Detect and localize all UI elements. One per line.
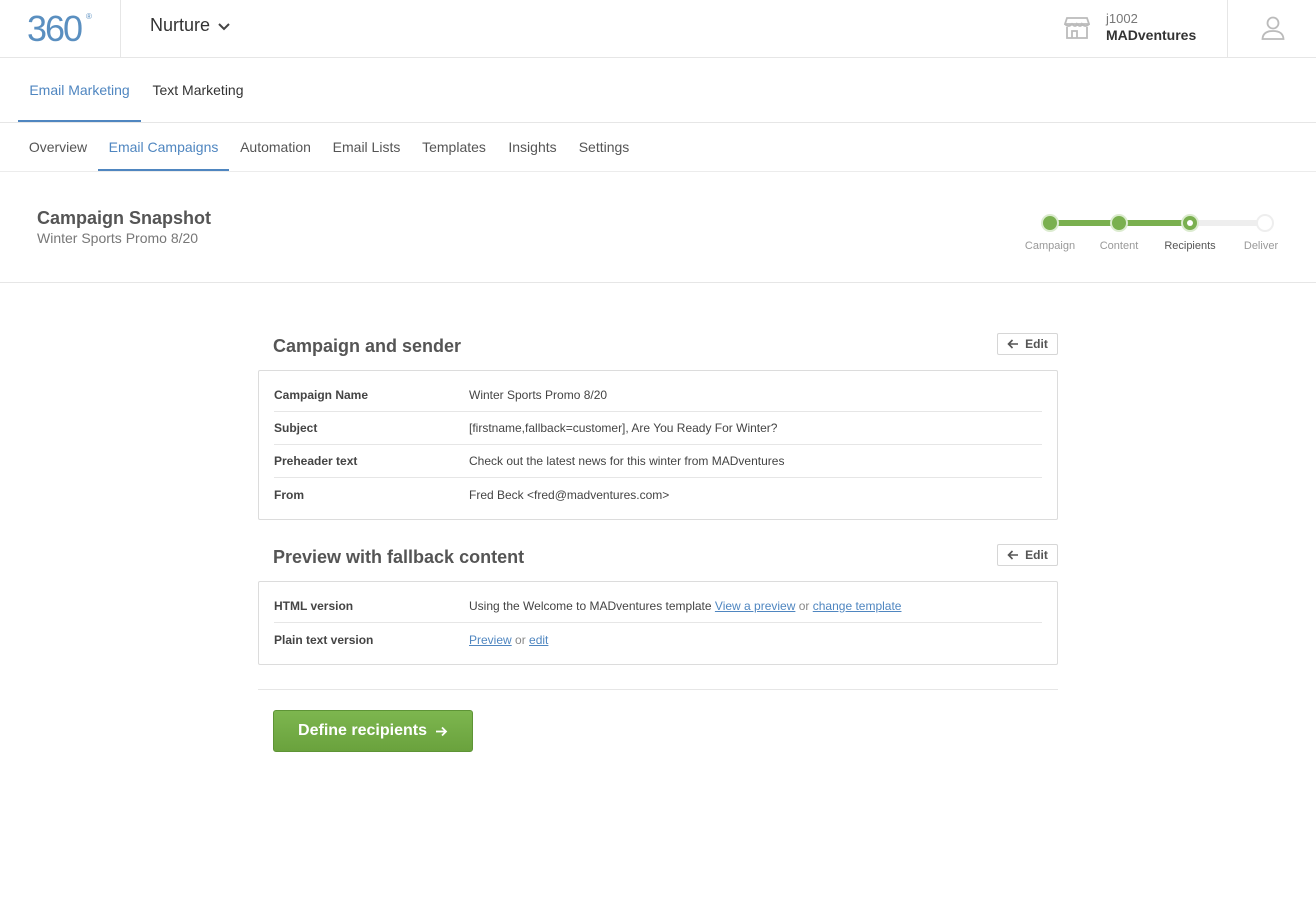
tab-email-marketing[interactable]: Email Marketing [18,58,141,122]
or-text: or [798,599,810,613]
edit-label: Edit [1025,548,1048,562]
row-value: Preview or edit [469,633,548,647]
tab-automation[interactable]: Automation [233,123,318,171]
plain-preview-link[interactable]: Preview [469,633,512,647]
campaign-edit-button[interactable]: Edit [997,333,1058,355]
campaign-snapshot: Campaign Snapshot Winter Sports Promo 8/… [0,172,1316,283]
row-value: Using the Welcome to MADventures templat… [469,599,901,613]
arrow-right-icon [435,726,448,736]
account-name: MADventures [1106,27,1197,43]
edit-label: Edit [1025,337,1048,351]
page-subtitle: Winter Sports Promo 8/20 [37,230,199,246]
table-row: From Fred Beck <fred@madventures.com> [274,478,1042,511]
campaign-details-card: Campaign Name Winter Sports Promo 8/20 S… [258,370,1058,520]
tab-email-lists[interactable]: Email Lists [326,123,407,171]
plain-edit-link[interactable]: edit [529,633,548,647]
tab-templates[interactable]: Templates [415,123,493,171]
secondary-nav: Overview Email Campaigns Automation Emai… [0,123,1316,172]
row-value: Fred Beck <fred@madventures.com> [469,487,670,502]
app-switcher[interactable]: Nurture [150,15,230,36]
view-preview-link[interactable]: View a preview [715,599,795,613]
user-icon[interactable] [1260,15,1286,41]
step-label-deliver: Deliver [1243,240,1279,252]
step-label-content: Content [1099,240,1139,252]
row-value: [firstname,fallback=customer], Are You R… [469,421,778,435]
row-label: From [274,487,304,502]
row-label: Preheader text [274,454,358,468]
step-dot-campaign[interactable] [1041,214,1059,232]
campaign-section-title: Campaign and sender [273,336,462,356]
arrow-left-icon [1007,339,1019,349]
preview-details-card: HTML version Using the Welcome to MADven… [258,581,1058,665]
tab-settings[interactable]: Settings [572,123,636,171]
table-row: HTML version Using the Welcome to MADven… [274,590,1042,623]
row-value: Check out the latest news for this winte… [469,454,785,468]
progress-stepper: Campaign Content Recipients Deliver [1020,212,1300,262]
top-bar: 360 ® Nurture j1002 MADventures [0,0,1316,58]
tab-overview[interactable]: Overview [22,123,94,171]
table-row: Subject [firstname,fallback=customer], A… [274,412,1042,445]
define-recipients-label: Define recipients [298,722,427,739]
row-label: Campaign Name [274,388,369,402]
or-text: or [515,632,526,647]
step-dot-deliver [1256,214,1274,232]
row-label: Subject [274,421,318,435]
html-template-text: Using the Welcome to MADventures templat… [469,599,712,613]
table-row: Preheader text Check out the latest news… [274,445,1042,478]
step-label-recipients: Recipients [1164,240,1216,252]
row-label: Plain text version [274,632,374,647]
tab-insights[interactable]: Insights [501,123,564,171]
logo-registered-mark: ® [86,12,92,21]
change-template-link[interactable]: change template [813,599,902,613]
logo[interactable]: 360 ® [0,0,121,57]
preview-section-title: Preview with fallback content [273,547,525,567]
table-row: Campaign Name Winter Sports Promo 8/20 [274,379,1042,412]
app-name: Nurture [150,15,211,35]
step-label-campaign: Campaign [1024,240,1076,252]
define-recipients-button[interactable]: Define recipients [273,710,473,752]
page-title: Campaign Snapshot [37,208,212,228]
divider [1227,0,1228,57]
chevron-down-icon [218,22,230,30]
primary-nav: Email Marketing Text Marketing [0,58,1316,123]
tab-text-marketing[interactable]: Text Marketing [146,58,250,122]
row-label: HTML version [274,599,354,613]
account-info[interactable]: j1002 MADventures [1106,11,1196,44]
logo-text: 360 [27,8,83,49]
step-dot-content[interactable] [1110,214,1128,232]
row-value: Winter Sports Promo 8/20 [469,388,608,402]
account-id: j1002 [1106,11,1138,26]
arrow-left-icon [1007,550,1019,560]
preview-edit-button[interactable]: Edit [997,544,1058,566]
step-dot-recipients[interactable] [1181,214,1199,232]
store-icon[interactable] [1064,16,1090,40]
tab-email-campaigns[interactable]: Email Campaigns [98,123,229,171]
divider [258,689,1058,690]
table-row: Plain text version Preview or edit [274,623,1042,656]
